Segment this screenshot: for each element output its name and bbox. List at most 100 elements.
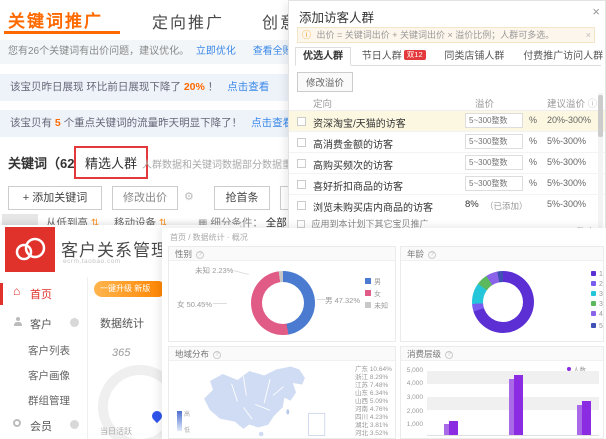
audience-data-hint: 人群数据和关键词数据部分数据重合 [142, 156, 302, 171]
column-suggested-label: 建议溢价 [547, 99, 585, 110]
china-map[interactable] [197, 363, 349, 437]
sidebar-item-members[interactable]: 会员 [30, 418, 52, 434]
optimize-now-link[interactable]: 立即优化 [196, 46, 236, 57]
suggested-range: 5%-300% [547, 199, 586, 209]
audience-name: 浏览未购买店内商品的访客 [313, 199, 433, 214]
audience-name: 高购买频次的访客 [313, 157, 393, 172]
tab-similar-shop-audience[interactable]: 同类店铺人群 [436, 47, 512, 66]
subtab-selected-audience-redbox[interactable]: 精选人群 [74, 146, 148, 179]
analytics-dashboard-window: 首页 / 数据统计 · 概况 性别? 未知 2.23% 女 50.45% 男 4… [162, 228, 606, 439]
male-slice-label: 男 47.32% [325, 295, 360, 306]
tab-preferred-audience[interactable]: 优选人群 [295, 47, 351, 66]
legend-item-unknown[interactable]: 未知 [365, 301, 388, 311]
audience-name: 资深淘宝/天猫的访客 [313, 115, 406, 130]
legend-item-age[interactable]: 40-49 [591, 311, 604, 318]
legend-label: 18-24 [599, 271, 604, 278]
y-axis-tick: 5,000 [401, 367, 423, 374]
column-premium: 溢价 [475, 96, 494, 110]
legend-item-male[interactable]: 男 [365, 277, 381, 287]
sidebar-item-group-management[interactable]: 群组管理 [28, 393, 70, 408]
donut-hole [483, 282, 523, 322]
x-axis-line [427, 435, 599, 436]
premium-input[interactable] [465, 176, 523, 191]
members-collapse-toggle[interactable] [70, 420, 79, 429]
row-checkbox[interactable] [297, 117, 306, 126]
legend-label: 未知 [374, 303, 388, 310]
legend-item-age[interactable]: 50以上 [591, 321, 604, 331]
premium-value: 8% [465, 199, 479, 210]
audience-table-header: 定向 溢价 建议溢价 ⓘ [289, 93, 605, 111]
one-click-upgrade-banner[interactable]: 一键升级 新版 [94, 281, 166, 297]
grab-top-button[interactable]: 抢首条 [214, 186, 270, 210]
region-name: 河北 [355, 430, 368, 437]
customers-collapse-toggle[interactable] [70, 318, 79, 327]
tab-paid-traffic-audience[interactable]: 付费推广访问人群 [515, 47, 606, 66]
infobar-close-icon[interactable]: × [586, 28, 591, 42]
row-checkbox[interactable] [297, 180, 306, 189]
keyword-traffic-drop-notice: 该宝贝有 5 个重点关键词的流量昨天明显下降了！ 点击查看 [0, 110, 336, 137]
help-icon[interactable]: ? [445, 351, 453, 359]
legend-item-age[interactable]: 30-34 [591, 291, 604, 298]
unknown-slice-label: 未知 2.23% [195, 265, 233, 276]
scrollbar-thumb[interactable] [598, 95, 603, 137]
premium-input[interactable] [465, 155, 523, 170]
added-note: （已添加） [485, 200, 528, 212]
premium-input[interactable] [465, 134, 523, 149]
premium-input[interactable] [465, 113, 523, 128]
y-axis-tick: 1,000 [401, 421, 423, 428]
table-row: 资深淘宝/天猫的访客 % 20%-300% [289, 111, 605, 132]
tab-label: 付费推广访问人群 [523, 51, 603, 62]
legend-label: 25-29 [599, 281, 604, 288]
help-icon[interactable]: ? [213, 351, 221, 359]
help-icon[interactable]: ? [428, 251, 436, 259]
legend-item-age[interactable]: 25-29 [591, 281, 604, 288]
bar-level1 [449, 421, 458, 435]
hainan-island [258, 431, 263, 436]
sidebar-item-home[interactable]: 首页 [30, 286, 52, 302]
click-view-link-2[interactable]: 点击查看 [251, 117, 293, 129]
keyword-count: 5 [55, 117, 61, 129]
tab-keyword-promotion[interactable]: 关键词推广 [8, 7, 103, 32]
legend-swatch [591, 323, 596, 328]
row-checkbox[interactable] [297, 201, 306, 210]
dialog-close-icon[interactable]: × [592, 4, 600, 19]
bid-issue-text: 您有26个关键词有出价问题，建议优化。 [8, 46, 189, 57]
bar-level3 [582, 401, 591, 435]
sidebar-item-customers[interactable]: 客户 [30, 316, 52, 332]
tab-targeted-promotion[interactable]: 定向推广 [152, 9, 224, 33]
table-row: 喜好折扣商品的访客 % 5%-300% [289, 174, 605, 195]
dialog-scrollbar[interactable] [598, 93, 603, 233]
suggested-range: 5%-300% [547, 178, 586, 188]
crm-stats-label[interactable]: 数据统计 [100, 315, 144, 331]
legend-item-age[interactable]: 18-24 [591, 271, 604, 278]
legend-item-female[interactable]: 女 [365, 289, 381, 299]
customer-icon [13, 317, 23, 327]
help-icon[interactable]: ? [196, 251, 204, 259]
gear-icon[interactable]: ⚙ [184, 190, 194, 203]
apply-checkbox[interactable] [297, 220, 305, 228]
crm-app-subtitle: ecrm.taobao.com [63, 258, 121, 265]
sidebar-item-customer-profile[interactable]: 客户画像 [28, 368, 70, 383]
legend-label: 35-39 [599, 301, 604, 308]
gender-panel-title: 性别? [169, 247, 395, 261]
legend-item-age[interactable]: 35-39 [591, 301, 604, 308]
panel-title-text: 地域分布 [175, 349, 209, 359]
sidebar-item-customer-list[interactable]: 客户列表 [28, 343, 70, 358]
info-icon-suggested[interactable]: ⓘ [588, 99, 598, 110]
crm-logo [5, 227, 55, 272]
row-checkbox[interactable] [297, 159, 306, 168]
row-checkbox[interactable] [297, 138, 306, 147]
map-color-scale [177, 411, 182, 431]
consumption-panel-title: 消费层级? [401, 347, 603, 361]
click-view-link[interactable]: 点击查看 [227, 81, 269, 93]
modify-premium-button[interactable]: 修改溢价 [297, 72, 353, 92]
tab-festival-audience[interactable]: 节日人群双12 [354, 47, 434, 66]
audience-name: 高消费金额的访客 [313, 136, 393, 151]
impression-drop-notice: 该宝贝昨日展现 环比前日展现下降了 20% ！ 点击查看 [0, 74, 336, 101]
audience-rows-viewport: 资深淘宝/天猫的访客 % 20%-300% 高消费金额的访客 % 5%-300%… [289, 111, 605, 215]
scale-low-label: 低 [184, 425, 190, 434]
modify-bid-button[interactable]: 修改出价 [112, 186, 178, 210]
add-keyword-button[interactable]: + 添加关键词 [8, 186, 102, 210]
gender-chart-panel: 性别? 未知 2.23% 女 50.45% 男 47.32% 男 女 未知 [168, 246, 396, 342]
legend-swatch [591, 281, 596, 286]
